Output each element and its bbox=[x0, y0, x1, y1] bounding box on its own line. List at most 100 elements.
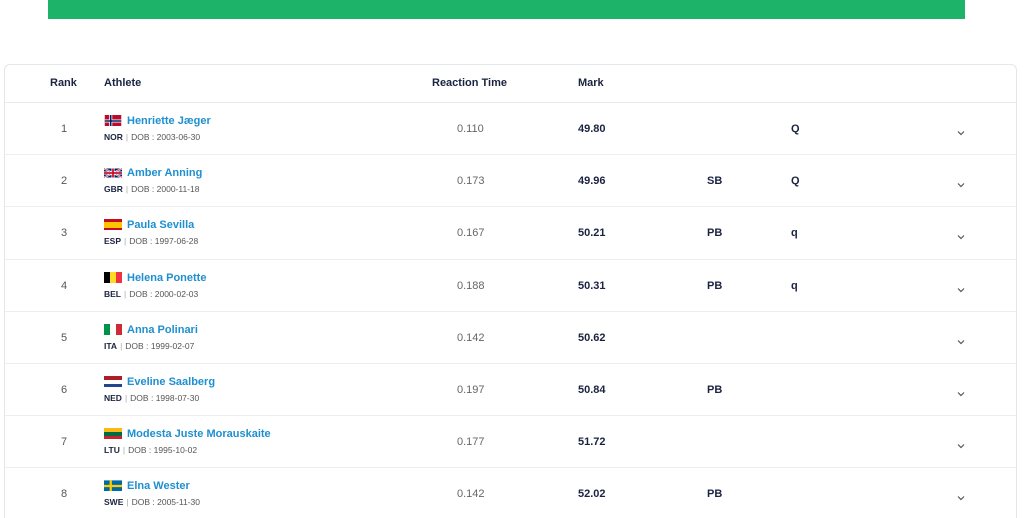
reaction-time-cell: 0.142 bbox=[457, 488, 485, 501]
dob-value: 1999-02-07 bbox=[150, 340, 195, 351]
country-code: NED bbox=[104, 392, 122, 403]
dob-label: DOB : bbox=[130, 392, 154, 403]
athlete-name-link[interactable]: Helena Ponette bbox=[127, 272, 206, 284]
mark-cell: 51.72 bbox=[578, 436, 606, 449]
header-rank: Rank bbox=[50, 77, 77, 89]
netherlands-flag bbox=[104, 375, 122, 387]
rank-cell: 8 bbox=[60, 488, 68, 501]
dob-label: DOB : bbox=[125, 340, 149, 351]
table-row[interactable]: 7 Modesta Juste Morauskaite LTU | DOB : 19… bbox=[5, 416, 1016, 469]
chevron-down-icon[interactable] bbox=[956, 489, 966, 501]
athlete-name-link[interactable]: Amber Anning bbox=[127, 167, 202, 179]
athlete-name-link[interactable]: Anna Polinari bbox=[127, 324, 198, 336]
sweden-flag bbox=[104, 479, 122, 492]
norway-flag bbox=[104, 114, 122, 126]
table-body: 1 Henriette Jæger NOR | DOB : 2003-06-30 0… bbox=[5, 103, 1016, 518]
reaction-time-cell: 0.177 bbox=[457, 436, 485, 449]
mark-cell: 50.31 bbox=[578, 279, 606, 292]
athlete-name-link[interactable]: Eveline Saalberg bbox=[127, 376, 215, 388]
country-code: LTU bbox=[104, 445, 120, 456]
athlete-details: GBR | DOB : 2000-11-18 bbox=[104, 184, 200, 195]
country-code: SWE bbox=[104, 497, 124, 508]
qualifier-badge: q bbox=[791, 227, 798, 240]
mark-cell: 50.21 bbox=[578, 227, 606, 240]
dob-value: 2003-06-30 bbox=[156, 132, 201, 142]
chevron-down-icon[interactable] bbox=[956, 333, 966, 345]
dob-value: 2005-11-30 bbox=[157, 497, 200, 508]
reaction-time-cell: 0.197 bbox=[457, 383, 485, 396]
athlete-details: SWE | DOB : 2005-11-30 bbox=[104, 497, 200, 508]
mark-cell: 49.80 bbox=[578, 123, 606, 135]
rank-cell: 7 bbox=[60, 436, 68, 449]
reaction-time-cell: 0.110 bbox=[457, 123, 484, 135]
record-badge: PB bbox=[707, 227, 723, 240]
chevron-down-icon[interactable] bbox=[956, 176, 966, 188]
dob-value: 1997-06-28 bbox=[154, 236, 199, 247]
dob-value: 2000-02-03 bbox=[154, 288, 199, 299]
qualifier-badge: Q bbox=[791, 123, 800, 135]
table-row[interactable]: 5 Anna Polinari ITA | DOB : 1999-02-07 0.1… bbox=[5, 312, 1016, 364]
athlete-details: ESP | DOB : 1997-06-28 bbox=[104, 236, 199, 247]
mark-cell: 50.62 bbox=[578, 331, 606, 344]
chevron-down-icon[interactable] bbox=[956, 124, 966, 136]
reaction-time-cell: 0.173 bbox=[457, 175, 485, 188]
athlete-details: NOR | DOB : 2003-06-30 bbox=[104, 132, 201, 142]
athlete-details: LTU | DOB : 1995-10-02 bbox=[104, 445, 198, 456]
qualifier-badge: Q bbox=[791, 175, 800, 188]
dob-label: DOB : bbox=[131, 132, 155, 142]
table-row[interactable]: 2 Amber Anning GBR | DOB : 2000-11-18 0.17… bbox=[5, 155, 1016, 208]
record-badge: SB bbox=[707, 175, 723, 188]
mark-cell: 52.02 bbox=[578, 488, 606, 501]
rank-cell: 4 bbox=[60, 279, 68, 292]
chevron-down-icon[interactable] bbox=[956, 437, 966, 449]
country-code: GBR bbox=[104, 184, 123, 195]
chevron-down-icon[interactable] bbox=[956, 281, 966, 292]
uk-flag bbox=[104, 166, 122, 179]
rank-cell: 1 bbox=[60, 123, 68, 135]
dob-value: 1998-07-30 bbox=[155, 392, 200, 403]
mark-cell: 50.84 bbox=[578, 383, 606, 396]
dob-value: 1995-10-02 bbox=[153, 445, 198, 456]
mark-cell: 49.96 bbox=[578, 175, 606, 188]
chevron-down-icon[interactable] bbox=[956, 385, 966, 397]
spain-flag bbox=[104, 218, 122, 231]
rank-cell: 5 bbox=[60, 331, 68, 344]
chevron-down-icon[interactable] bbox=[956, 228, 966, 240]
table-row[interactable]: 4 Helena Ponette BEL | DOB : 2000-02-03 0.… bbox=[5, 260, 1016, 312]
dob-label: DOB : bbox=[129, 236, 153, 247]
record-badge: PB bbox=[707, 279, 723, 292]
lithuania-flag bbox=[104, 427, 122, 440]
dob-label: DOB : bbox=[129, 288, 153, 299]
rank-cell: 6 bbox=[60, 383, 68, 396]
table-row[interactable]: 6 Eveline Saalberg NED | DOB : 1998-07-30 … bbox=[5, 364, 1016, 417]
dob-label: DOB : bbox=[131, 497, 155, 508]
athlete-name-link[interactable]: Paula Sevilla bbox=[127, 219, 194, 231]
table-row[interactable]: 8 Elna Wester SWE | DOB : 2005-11-30 0.142… bbox=[5, 468, 1016, 518]
dob-value: 2000-11-18 bbox=[156, 184, 200, 195]
athlete-details: ITA | DOB : 1999-02-07 bbox=[104, 340, 195, 351]
italy-flag bbox=[104, 323, 122, 335]
header-mark: Mark bbox=[578, 77, 604, 89]
qualifier-badge: q bbox=[791, 279, 798, 292]
record-badge: PB bbox=[707, 488, 723, 501]
athlete-name-link[interactable]: Elna Wester bbox=[127, 480, 190, 492]
athlete-name-link[interactable]: Modesta Juste Morauskaite bbox=[127, 428, 271, 440]
reaction-time-cell: 0.142 bbox=[457, 331, 485, 344]
reaction-time-cell: 0.188 bbox=[457, 279, 485, 292]
country-code: NOR bbox=[104, 132, 123, 142]
rank-cell: 2 bbox=[60, 175, 68, 188]
dob-label: DOB : bbox=[128, 445, 152, 456]
belgium-flag bbox=[104, 271, 122, 283]
table-header: Rank Athlete Reaction Time Mark bbox=[5, 65, 1016, 103]
table-row[interactable]: 1 Henriette Jæger NOR | DOB : 2003-06-30 0… bbox=[5, 103, 1016, 156]
rank-cell: 3 bbox=[60, 227, 68, 240]
record-badge: PB bbox=[707, 383, 723, 396]
athlete-details: NED | DOB : 1998-07-30 bbox=[104, 392, 200, 403]
reaction-time-cell: 0.167 bbox=[457, 227, 485, 240]
table-row[interactable]: 3 Paula Sevilla ESP | DOB : 1997-06-28 0.1… bbox=[5, 207, 1016, 260]
country-code: BEL bbox=[104, 288, 121, 299]
dob-label: DOB : bbox=[131, 184, 155, 195]
country-code: ESP bbox=[104, 236, 122, 247]
athlete-name-link[interactable]: Henriette Jæger bbox=[127, 115, 211, 127]
header-athlete: Athlete bbox=[104, 77, 142, 89]
